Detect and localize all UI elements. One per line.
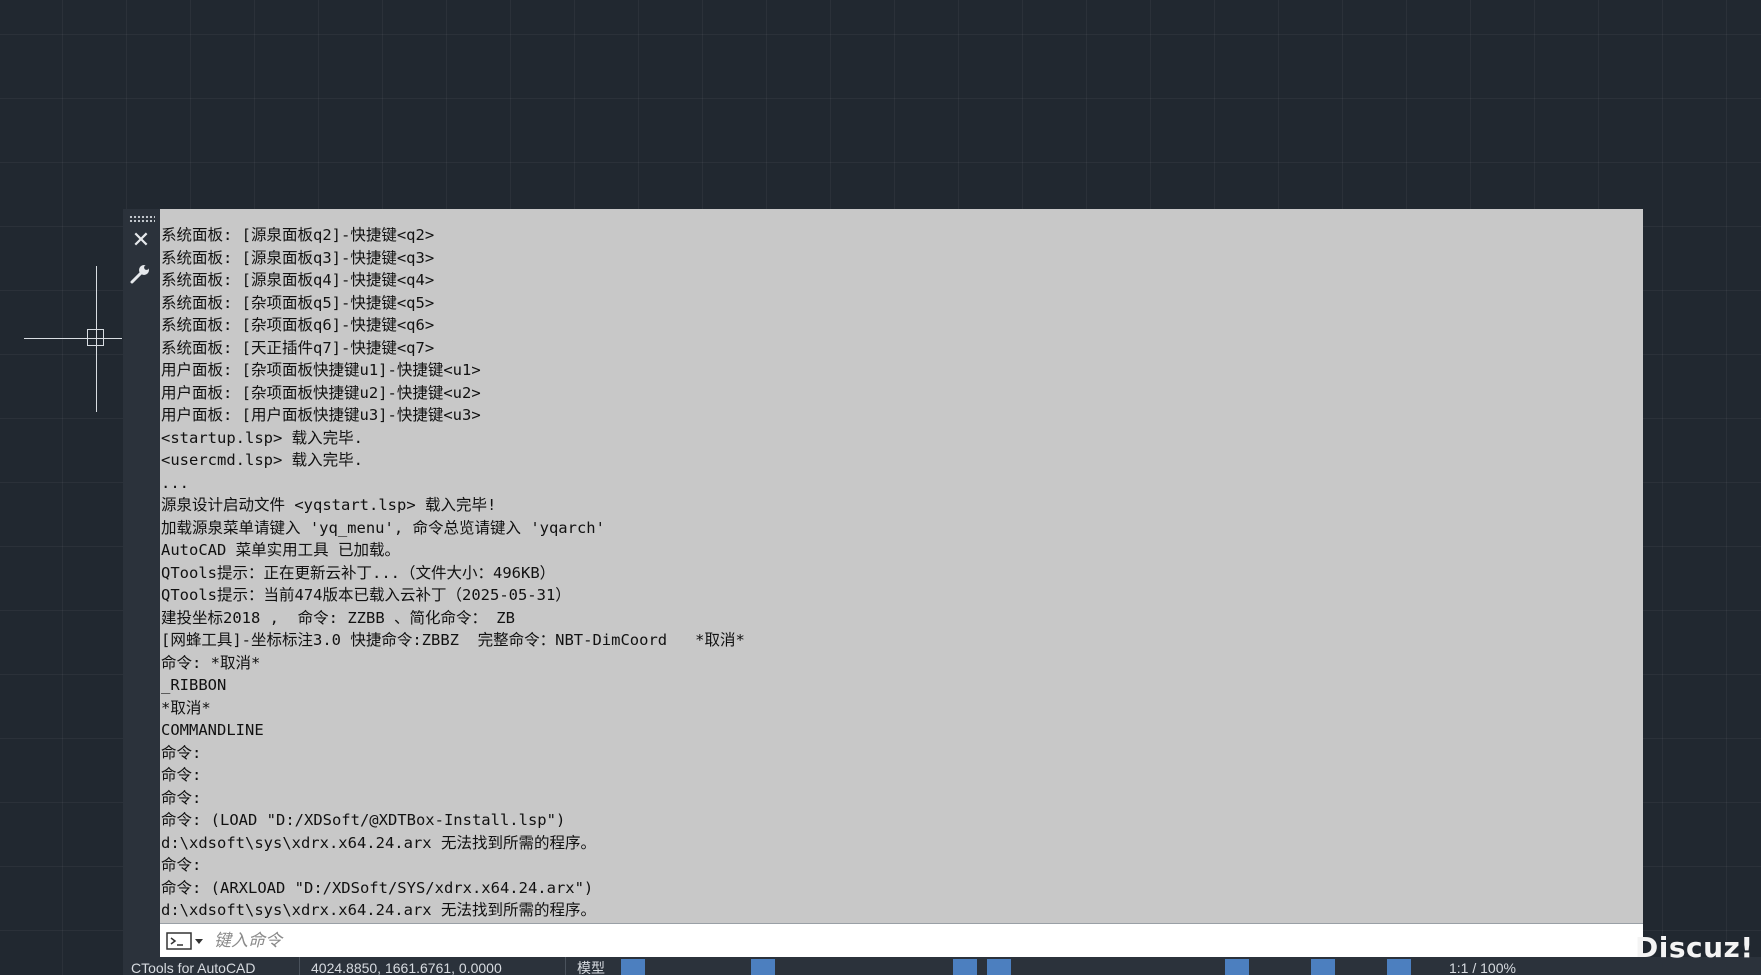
status-separator [565,957,566,975]
history-line: 系统面板: [天正插件q7]-快捷键<q7> [161,338,435,357]
history-line: QTools提示：当前474版本已载入云补丁（2025-05-31） [161,586,571,604]
annotation-visibility-button[interactable] [1225,959,1249,975]
history-line: COMMANDLINE [161,721,264,739]
history-line: 建投坐标2018 , 命令: ZZBB 、简化命令： ZB [161,608,515,627]
history-line: 系统面板: [源泉面板q3]-快捷键<q3> [161,248,435,267]
history-line: 命令: [161,743,202,762]
history-line: ... [161,473,189,492]
history-line: 系统面板: [杂项面板q5]-快捷键<q5> [161,293,435,312]
polar-toggle-button[interactable] [787,959,811,975]
lineweight-button[interactable] [987,959,1011,975]
history-line: <startup.lsp> 载入完毕. [161,428,363,447]
crosshair-horizontal-line [24,338,122,339]
customize-wrench-icon[interactable] [129,261,153,285]
history-line: 系统面板: [源泉面板q2]-快捷键<q2> [161,226,435,244]
history-line: 命令: [161,856,202,874]
history-line: _RIBBON [161,676,227,694]
snap-toggle-button[interactable] [655,959,679,975]
auto-scale-button[interactable] [1259,959,1283,975]
object-snap-tracking-button[interactable] [877,959,901,975]
status-bar: CTools for AutoCAD 4024.8850, 1661.6761,… [123,957,1761,975]
history-line: QTools提示：正在更新云补丁...（文件大小：496KB） [161,563,556,582]
command-history: 系统面板: [源泉面板q2]-快捷键<q2> 系统面板: [源泉面板q3]-快捷键… [160,209,1643,923]
watermark-logo: Discuz! [1635,931,1754,964]
annotation-scale-button[interactable] [1387,959,1411,975]
command-input[interactable] [212,927,1636,955]
workspace-switch-button[interactable] [1311,959,1335,975]
history-line: AutoCAD 菜单实用工具 已加载。 [161,541,400,559]
dynamic-ucs-button[interactable] [1167,959,1191,975]
object-snap-button[interactable] [953,959,977,975]
close-icon[interactable]: ✕ [129,229,153,253]
history-line: 命令: (ARXLOAD "D:/XDSoft/SYS/xdrx.x64.24.… [161,878,594,897]
history-line: 加载源泉菜单请键入 'yq_menu', 命令总览请键入 'yqarch' [161,518,605,537]
ortho-toggle-button[interactable] [751,959,775,975]
settings-gear-icon[interactable] [1565,959,1589,975]
3d-osnap-button[interactable] [1119,959,1143,975]
model-space-tab[interactable]: 模型 [577,959,605,975]
zoom-scale-readout[interactable]: 1:1 / 100% [1449,959,1516,975]
history-line: d:\xdsoft\sys\xdrx.x64.24.arx 无法找到所需的程序。 [161,901,596,919]
history-line: 系统面板: [源泉面板q4]-快捷键<q4> [161,271,435,289]
command-window-sidebar: ✕ [123,209,160,957]
status-separator [299,957,300,975]
history-line: 系统面板: [杂项面板q6]-快捷键<q6> [161,316,435,334]
crosshair-pickbox [87,329,104,346]
history-line: d:\xdsoft\sys\xdrx.x64.24.arx 无法找到所需的程序。 [161,833,596,852]
status-app-label: CTools for AutoCAD [131,960,256,975]
transparency-button[interactable] [1051,959,1075,975]
command-input-row [160,923,1643,957]
history-line: <usercmd.lsp> 载入完毕. [161,451,363,469]
history-line: 用户面板: [杂项面板快捷键u1]-快捷键<u1> [161,361,481,379]
infer-constraints-button[interactable] [721,959,745,975]
command-line-window: ✕ 系统面板: [源泉面板q2]-快捷键<q2> 系统面板: [源泉面板q3]-快… [123,209,1643,957]
coordinate-readout[interactable]: 4024.8850, 1661.6761, 0.0000 [311,959,502,975]
history-line: 命令: [161,788,202,807]
history-line: 用户面板: [用户面板快捷键u3]-快捷键<u3> [161,406,481,424]
history-line: *取消* [161,698,211,717]
history-line: [网蜂工具]-坐标标注3.0 快捷命令:ZBBZ 完整命令：NBT-DimCoo… [161,631,745,649]
history-line: 命令: *取消* [161,653,261,672]
command-prompt-icon[interactable] [166,931,204,951]
history-line: 命令: (LOAD "D:/XDSoft/@XDTBox-Install.lsp… [161,811,566,829]
grid-toggle-button[interactable] [621,959,645,975]
isodraft-button[interactable] [827,959,851,975]
history-line: 源泉设计启动文件 <yqstart.lsp> 载入完毕! [161,496,497,514]
history-line: 用户面板: [杂项面板快捷键u2]-快捷键<u2> [161,383,481,402]
history-line: 命令: [161,766,202,784]
selection-cycling-button[interactable] [1085,959,1109,975]
drag-grip-icon[interactable] [129,215,155,223]
